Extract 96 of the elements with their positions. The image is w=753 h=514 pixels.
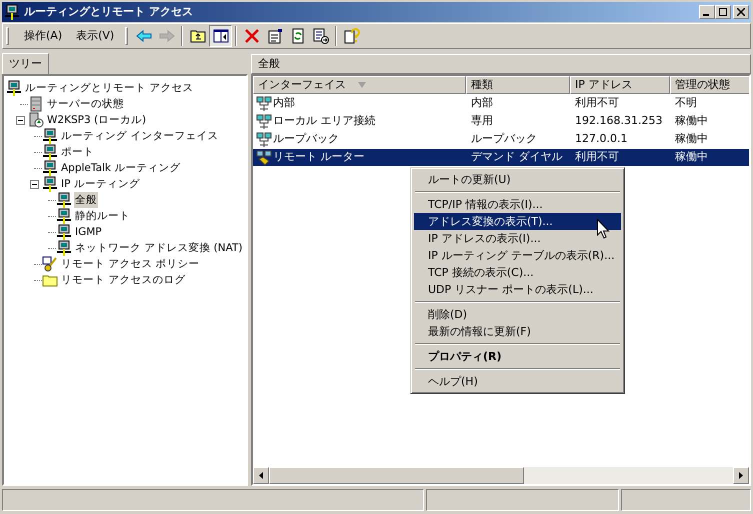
tree-item[interactable]: ポート — [60, 144, 95, 160]
help-icon — [344, 28, 360, 44]
computer-icon — [42, 128, 58, 144]
tree-item[interactable]: IGMP — [74, 224, 103, 240]
toolbar-button[interactable] — [209, 25, 232, 47]
tree-item[interactable]: AppleTalk ルーティング — [60, 160, 182, 176]
minimize-button[interactable] — [699, 5, 715, 19]
left-arrow-icon — [259, 472, 263, 479]
table-cell-text: 利用不可 — [575, 95, 619, 112]
scroll-right-button[interactable] — [733, 467, 749, 484]
pane-header: 全般 — [251, 54, 751, 74]
computer-icon — [56, 208, 72, 224]
table-cell-text: リモート ルーター — [273, 149, 364, 166]
properties-icon — [266, 28, 283, 44]
table-cell-text: ローカル エリア接続 — [273, 113, 376, 130]
computer-icon — [42, 176, 58, 192]
menu-item[interactable]: ヘルプ(H) — [414, 373, 621, 390]
delete-icon — [244, 28, 260, 44]
sort-arrow-icon — [358, 82, 366, 88]
table-cell-text: 専用 — [471, 113, 493, 130]
collapse-toggle[interactable] — [16, 116, 25, 124]
menu-item[interactable]: アドレス変換の表示(T)... — [414, 213, 621, 230]
table-cell-text: デマンド ダイヤル — [471, 149, 562, 166]
table-cell-text: 127.0.0.1 — [575, 131, 628, 148]
menu-item[interactable]: 最新の情報に更新(F) — [414, 323, 621, 340]
list-row[interactable]: リモート ルーター デマンド ダイヤル 利用不可 稼働中 — [253, 149, 749, 166]
column-header[interactable]: IP アドレス — [570, 76, 670, 94]
menu-item[interactable]: ルートの更新(U) — [414, 171, 621, 188]
close-button[interactable] — [733, 5, 749, 19]
table-cell-text: 稼働中 — [675, 131, 708, 148]
menu-item[interactable]: 表示(V) — [69, 28, 122, 44]
menu-item[interactable]: UDP リスナー ポートの表示(L)... — [414, 281, 621, 298]
forward-arrow-icon — [158, 28, 175, 44]
close-icon — [737, 8, 745, 16]
menu-item[interactable]: プロパティ(R) — [414, 348, 621, 365]
refresh-icon — [290, 28, 306, 44]
server-icon — [28, 112, 44, 128]
menu-item[interactable]: IP アドレスの表示(I)... — [414, 230, 621, 247]
tree-tab[interactable]: ツリー — [2, 53, 49, 74]
table-cell-text: 稼働中 — [675, 149, 708, 166]
computer-icon — [42, 160, 58, 176]
server-icon — [28, 96, 44, 112]
table-cell-text: 内部 — [471, 95, 493, 112]
collapse-toggle[interactable] — [30, 180, 39, 188]
tree-item[interactable]: リモート アクセス ポリシー — [60, 256, 201, 272]
window-title: ルーティングとリモート アクセス — [24, 4, 193, 20]
list-row[interactable]: ループバック ループバック 127.0.0.1 稼働中 — [253, 131, 749, 148]
tree-item[interactable]: 全般 — [74, 192, 98, 208]
menu-item[interactable]: TCP 接続の表示(C)... — [414, 264, 621, 281]
tree-item[interactable]: 静的ルート — [74, 208, 131, 224]
tree-item[interactable]: W2KSP3 (ローカル) — [46, 112, 148, 128]
network-icon — [256, 132, 272, 148]
back-arrow-icon — [136, 28, 152, 44]
minus-icon — [18, 118, 23, 122]
scrollbar-thumb[interactable] — [269, 467, 524, 484]
tree-item[interactable]: サーバーの状態 — [46, 96, 125, 112]
tree-item[interactable]: リモート アクセスのログ — [60, 272, 186, 288]
computer-icon — [56, 240, 72, 256]
menu-item[interactable]: 操作(A) — [17, 28, 70, 44]
list-row[interactable]: 内部 内部 利用不可 不明 — [253, 95, 749, 112]
table-cell-text: ループバック — [471, 131, 537, 148]
maximize-button[interactable] — [715, 5, 731, 19]
policy-icon — [42, 256, 58, 272]
table-cell-text: ループバック — [273, 131, 339, 148]
computer-icon — [56, 224, 72, 240]
computer-icon — [4, 4, 20, 20]
scroll-left-button[interactable] — [253, 467, 269, 484]
tree-pane-icon — [212, 28, 229, 44]
tree-item[interactable]: ルーティングとリモート アクセス — [24, 80, 194, 96]
menu-item[interactable]: TCP/IP 情報の表示(I)... — [414, 196, 621, 213]
tree-item[interactable]: ネットワーク アドレス変換 (NAT) — [74, 240, 244, 256]
maximize-icon — [719, 8, 727, 16]
folder-up-icon — [190, 28, 206, 44]
right-arrow-icon — [739, 472, 743, 479]
table-cell-text: 稼働中 — [675, 113, 708, 130]
menu-item[interactable]: IP ルーティング テーブルの表示(R)... — [414, 247, 621, 264]
menu-item[interactable]: 削除(D) — [414, 306, 621, 323]
column-header[interactable]: 管理の状態 — [670, 76, 749, 94]
computer-icon — [42, 144, 58, 160]
table-cell-text: 内部 — [273, 95, 295, 112]
list-row[interactable]: ローカル エリア接続 専用 192.168.31.253 稼働中 — [253, 113, 749, 130]
router-icon — [256, 150, 272, 166]
export-list-icon — [312, 28, 329, 44]
column-header[interactable]: 種類 — [466, 76, 570, 94]
minus-icon — [32, 182, 37, 186]
computer-icon — [56, 192, 72, 208]
table-cell-text: 192.168.31.253 — [575, 113, 662, 130]
network-icon — [256, 96, 272, 112]
tree-item[interactable]: ルーティング インターフェイス — [60, 128, 220, 144]
column-header[interactable]: インターフェイス — [253, 76, 466, 94]
network-icon — [256, 114, 272, 130]
table-cell-text: 不明 — [675, 95, 697, 112]
mouse-pointer-icon — [597, 219, 610, 239]
table-cell-text: 利用不可 — [575, 149, 619, 166]
computer-icon — [6, 80, 22, 96]
tree-item[interactable]: IP ルーティング — [60, 176, 141, 192]
